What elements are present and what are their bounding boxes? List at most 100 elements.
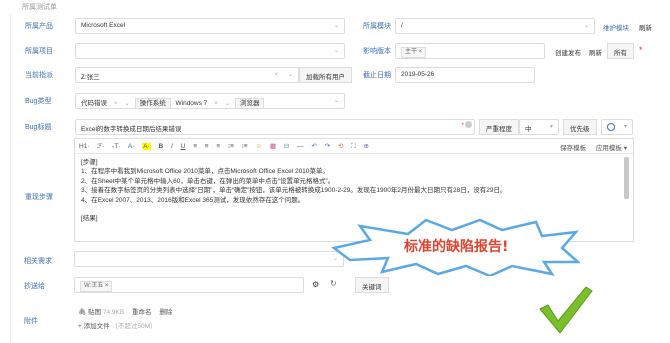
font-color-button[interactable]: A· [128,143,135,150]
assigned-select[interactable]: Z:张三 × ⌄ [75,67,299,83]
severity-select[interactable]: 中 ▾ [519,119,559,135]
clear-icon[interactable]: × [114,100,118,107]
file-limit: （不超过50M） [111,323,157,330]
maintain-module-link[interactable]: 维护模块 [603,22,629,32]
align-center-button[interactable]: ≡ [205,143,209,150]
priority-label-text: 优先级 [570,126,590,133]
redo-icon[interactable]: ↷ [325,143,330,150]
apply-template-link[interactable]: 应用模板 ▾ [596,145,627,152]
rename-link[interactable]: 重命名 [132,309,152,316]
italic-button[interactable]: I [171,143,173,150]
hr-icon[interactable]: — [297,143,304,150]
deadline-input[interactable]: 2019-05-26 [395,67,535,83]
build-select[interactable]: 主干 × [395,43,545,59]
all-builds-button[interactable]: 所有 [607,43,634,59]
module-select[interactable]: / ⌄ [395,18,595,34]
title-input[interactable]: Excel的数字转换成日期后结果错误 * [75,119,475,135]
chevron-down-icon: ⌄ [333,98,339,104]
module-value: / [401,22,403,29]
clear-icon[interactable]: × [214,100,218,107]
deadline-value: 2019-05-26 [401,71,435,78]
bold-button[interactable]: B [159,143,164,150]
chevron-down-icon: ▾ [623,124,627,130]
chevron-down-icon: ⌄ [287,72,293,78]
clear-icon[interactable]: × [274,71,278,78]
checkmark-icon [539,286,593,334]
table-icon[interactable]: ⊟ [284,143,289,150]
editor-line: 2、在Sheet中某个单元格中输入60，单击右键，在弹出的菜单中点击“设置单元格… [81,177,335,185]
editor-line: [步骤] [81,159,98,166]
build-tag-text: 主干 [405,49,418,55]
font-size-button[interactable]: ₜT· [112,143,120,150]
bugtype-value: 代码错误 [81,100,107,107]
top-bar-text: 所属测试单 [22,4,57,11]
attachment-name[interactable]: 贴图 [88,309,101,316]
chevron-down-icon: ⌄ [583,23,589,29]
files-label: 附件 [24,318,38,325]
chevron-down-icon: ⌄ [333,23,339,29]
attachment-size: 74.9KB [102,309,125,316]
editor-toolbar: H1· ℱ· ₜT· A· A· B I U ≡ ≡ ≡ ⁝≡ ⁝≡ ☺ ▦ ⊟… [75,139,633,154]
underline-button[interactable]: U [181,143,186,150]
settings-icon[interactable]: ⚙ [312,280,319,289]
browser-label: 浏览器 [234,98,265,108]
cc-select[interactable]: W:王五 × [74,277,304,293]
os-value: Windows 7 [175,100,208,107]
source-icon[interactable]: ⟲ [338,143,343,150]
product-select[interactable]: Microsoft Excel ⌄ [75,18,345,34]
highlight-button[interactable]: A· [142,143,151,150]
story-select[interactable]: ⌄ [74,251,344,267]
add-file-row: + 添加文件 （不超过50M） [78,320,157,330]
editor-content[interactable]: [步骤] 1、在程序中看我到Microsoft Office 2010菜单，点击… [75,154,633,228]
more-icon[interactable]: ⊕ [364,143,369,150]
product-value: Microsoft Excel [81,22,126,29]
required-marker: * [461,122,464,129]
annotation-text: 标准的缺陷报告! [404,239,509,255]
chevron-down-icon: ⌄ [333,48,339,54]
cc-tag-text: W:王五 [84,283,104,289]
save-template-link[interactable]: 保存模板 [560,145,586,152]
required-marker: * [639,45,643,55]
severity-label-text: 严重程度 [486,126,512,133]
bugtype-select[interactable]: 代码错误 × ⌄ 操作系统 Windows 7 × ⌄ 浏览器 ⌄ [75,93,345,109]
editor-line [81,205,627,214]
module-refresh-link[interactable]: 刷新 [639,22,652,32]
unordered-list-button[interactable]: ⁝≡ [242,143,248,150]
refresh-icon[interactable]: ↻ [330,279,337,288]
severity-label: 严重程度 [479,119,519,135]
title-value: Excel的数字转换成日期后结果错误 [81,126,182,133]
heading-button[interactable]: H1· [79,143,89,150]
build-refresh-link[interactable]: 刷新 [589,47,602,57]
keyword-label: 关键词 [355,277,389,293]
chevron-down-icon: ▾ [549,124,553,130]
image-icon[interactable]: ▦ [270,143,276,150]
build-tag[interactable]: 主干 × [401,47,427,58]
severity-value: 中 [525,126,532,133]
cc-tag[interactable]: W:王五 × [80,281,113,292]
paperclip-icon: 🖇 [78,309,87,316]
load-all-users-text: 加载所有用户 [306,74,345,81]
ordered-list-button[interactable]: ⁝≡ [228,143,234,150]
chevron-down-icon: ⌄ [224,100,231,107]
color-picker-icon[interactable] [465,121,472,128]
fullscreen-icon[interactable]: ⛶ [351,143,356,150]
editor-scrollbar[interactable] [624,157,629,199]
priority-select[interactable]: ▾ [601,119,633,135]
editor-line: 1、在程序中看我到Microsoft Office 2010菜单，点击Micro… [81,168,329,176]
align-right-button[interactable]: ≡ [216,143,220,150]
editor-line: 4、在Excel 2007、2013、2016版和Excel 365测试，发现依… [81,196,305,204]
emoji-icon[interactable]: ☺ [255,143,262,150]
font-family-button[interactable]: ℱ· [97,143,104,150]
load-all-users-button[interactable]: 加载所有用户 [299,67,352,83]
project-select[interactable]: ⌄ [75,43,345,59]
all-builds-text: 所有 [614,50,627,57]
align-left-button[interactable]: ≡ [193,143,197,150]
delete-link[interactable]: 删除 [159,309,172,316]
add-file-link[interactable]: + 添加文件 [78,323,110,330]
chevron-down-icon: ⌄ [124,100,130,107]
create-release-link[interactable]: 创建发布 [555,47,581,57]
keyword-label-text: 关键词 [362,284,382,291]
undo-icon[interactable]: ↶ [311,143,316,150]
priority-circle-icon [607,123,615,131]
assigned-value: Z:张三 [81,74,100,81]
